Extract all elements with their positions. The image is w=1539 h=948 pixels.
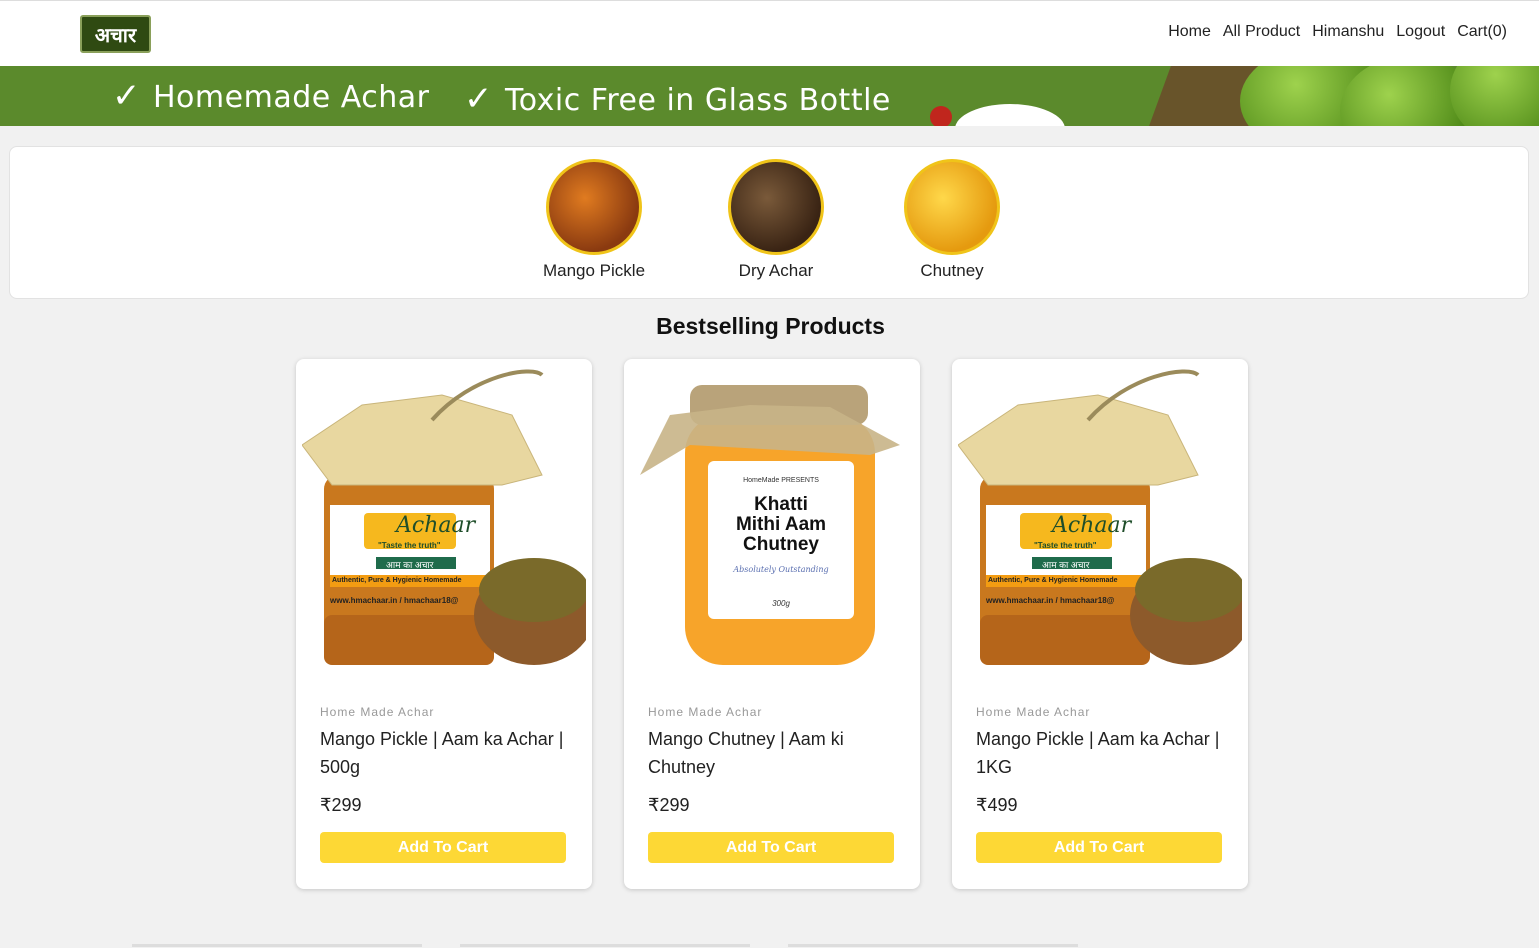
product-card[interactable]: HomeMade PRESENTS Khatti Mithi Aam Chutn… [624, 359, 920, 889]
section-title: Bestselling Products [656, 313, 885, 339]
category-mango-pickle[interactable]: Mango Pickle [524, 159, 664, 281]
product-image[interactable] [958, 365, 1242, 675]
nav-user-name[interactable]: Himanshu [1312, 23, 1384, 41]
product-brand: Home Made Achar [320, 705, 435, 719]
category-chutney[interactable]: Chutney [882, 159, 1022, 281]
next-row-card-edge [132, 944, 422, 947]
product-name[interactable]: Mango Pickle | Aam ka Achar | 1KG [976, 725, 1226, 781]
product-card[interactable]: Achaar "Taste the truth" आम का अचार Auth… [296, 359, 592, 889]
product-brand: Home Made Achar [648, 705, 763, 719]
promo-banner: ✓ Homemade Achar ✓ Toxic Free in Glass Bot… [0, 66, 1539, 126]
product-price: ₹499 [976, 795, 1018, 815]
nav-cart[interactable]: Cart(0) [1457, 23, 1507, 41]
product-image[interactable] [630, 365, 914, 675]
category-label: Mango Pickle [542, 261, 646, 280]
chili-image [930, 106, 952, 126]
product-card[interactable]: Achaar "Taste the truth" आम का अचार Auth… [952, 359, 1248, 889]
product-name[interactable]: Mango Pickle | Aam ka Achar | 500g [320, 725, 570, 781]
product-brand: Home Made Achar [976, 705, 1091, 719]
site-logo[interactable]: अचार [80, 15, 151, 53]
add-to-cart-button[interactable]: Add To Cart [320, 832, 566, 863]
main-nav: Home All Product Himanshu Logout Cart(0) [1168, 23, 1507, 41]
product-image[interactable] [302, 365, 586, 675]
banner-slogan-homemade: ✓ Homemade Achar [112, 76, 430, 116]
category-strip: Mango Pickle Dry Achar Chutney [9, 146, 1529, 299]
nav-all-product[interactable]: All Product [1223, 23, 1300, 41]
category-label: Dry Achar [738, 261, 814, 280]
category-image [904, 159, 1000, 255]
add-to-cart-button[interactable]: Add To Cart [648, 832, 894, 863]
category-dry-achar[interactable]: Dry Achar [706, 159, 846, 281]
product-name[interactable]: Mango Chutney | Aam ki Chutney [648, 725, 898, 781]
nav-logout[interactable]: Logout [1396, 23, 1445, 41]
check-icon: ✓ [112, 76, 141, 116]
site-header: अचार Home All Product Himanshu Logout Ca… [0, 0, 1539, 66]
mango-image [1450, 66, 1539, 126]
check-icon: ✓ [464, 79, 493, 119]
nav-home[interactable]: Home [1168, 23, 1211, 41]
product-price: ₹299 [320, 795, 362, 815]
next-row-card-edge [460, 944, 750, 947]
category-label: Chutney [920, 261, 984, 280]
product-price: ₹299 [648, 795, 690, 815]
next-row-card-edge [788, 944, 1078, 947]
banner-slogan-toxic-free: ✓ Toxic Free in Glass Bottle [464, 79, 891, 119]
add-to-cart-button[interactable]: Add To Cart [976, 832, 1222, 863]
category-image [546, 159, 642, 255]
category-image [728, 159, 824, 255]
bowl-image [955, 104, 1065, 126]
